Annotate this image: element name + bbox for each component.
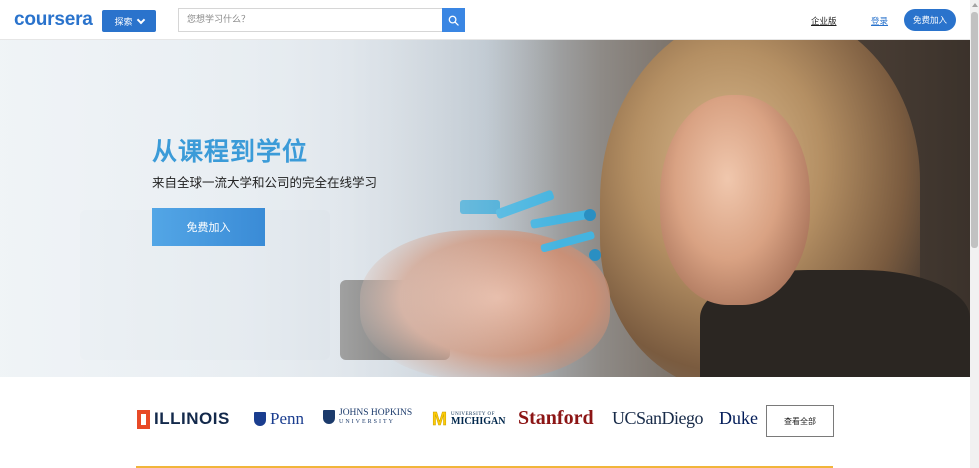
hero-person-face [660, 95, 810, 305]
search-icon [448, 15, 459, 26]
coursera-logo[interactable]: coursera [14, 9, 93, 31]
michigan-m-icon: M [432, 409, 448, 430]
hero-title: 从课程到学位 [152, 137, 309, 166]
login-link[interactable]: 登录 [871, 15, 888, 27]
join-free-button-header[interactable]: 免费加入 [904, 9, 956, 31]
search-bar [178, 8, 465, 32]
chevron-down-icon [136, 15, 145, 24]
search-input[interactable] [178, 8, 442, 32]
partner-logo-stanford[interactable]: Stanford [518, 407, 594, 430]
penn-shield-icon [254, 412, 266, 426]
page-scrollbar[interactable] [970, 0, 979, 468]
partner-name: JOHNS HOPKINS [339, 408, 413, 418]
hero-haze-overlay [0, 40, 560, 377]
partner-name: UCSanDiego [612, 408, 704, 428]
partner-name: ILLINOIS [154, 409, 230, 428]
partner-logo-johns-hopkins[interactable]: JOHNS HOPKINS UNIVERSITY [323, 408, 413, 425]
explore-label: 探索 [114, 17, 133, 28]
view-all-partners-button[interactable]: 查看全部 [766, 405, 834, 437]
partner-name: Stanford [518, 407, 594, 429]
partner-logo-uc-san-diego[interactable]: UCSanDiego [612, 408, 704, 429]
jhu-shield-icon [323, 410, 335, 425]
partner-name: MICHIGAN [451, 416, 506, 427]
partner-name: Penn [270, 409, 304, 428]
illinois-logo-icon [137, 409, 150, 429]
partner-logo-penn[interactable]: Penn [254, 409, 304, 429]
hero-subtitle: 来自全球一流大学和公司的完全在线学习 [152, 175, 378, 190]
scrollbar-thumb[interactable] [971, 12, 978, 248]
partner-logo-illinois[interactable]: ILLINOIS [137, 409, 230, 429]
scroll-up-arrow-icon[interactable] [972, 3, 978, 7]
partner-subname: UNIVERSITY [339, 418, 395, 425]
enterprise-link[interactable]: 企业版 [811, 15, 837, 27]
partner-name: Duke [719, 408, 758, 428]
search-button[interactable] [442, 8, 465, 32]
partner-logo-duke[interactable]: Duke [719, 408, 758, 429]
hero-banner: 从课程到学位 来自全球一流大学和公司的完全在线学习 免费加入 [0, 40, 970, 377]
top-navigation-bar: coursera 探索 企业版 登录 免费加入 [0, 0, 970, 40]
hero-join-free-button[interactable]: 免费加入 [152, 208, 265, 246]
explore-button[interactable]: 探索 [102, 10, 156, 32]
partner-logo-michigan[interactable]: M UNIVERSITY OF MICHIGAN [432, 409, 506, 430]
partner-logos-strip: ILLINOIS Penn JOHNS HOPKINS UNIVERSITY M… [0, 377, 970, 468]
